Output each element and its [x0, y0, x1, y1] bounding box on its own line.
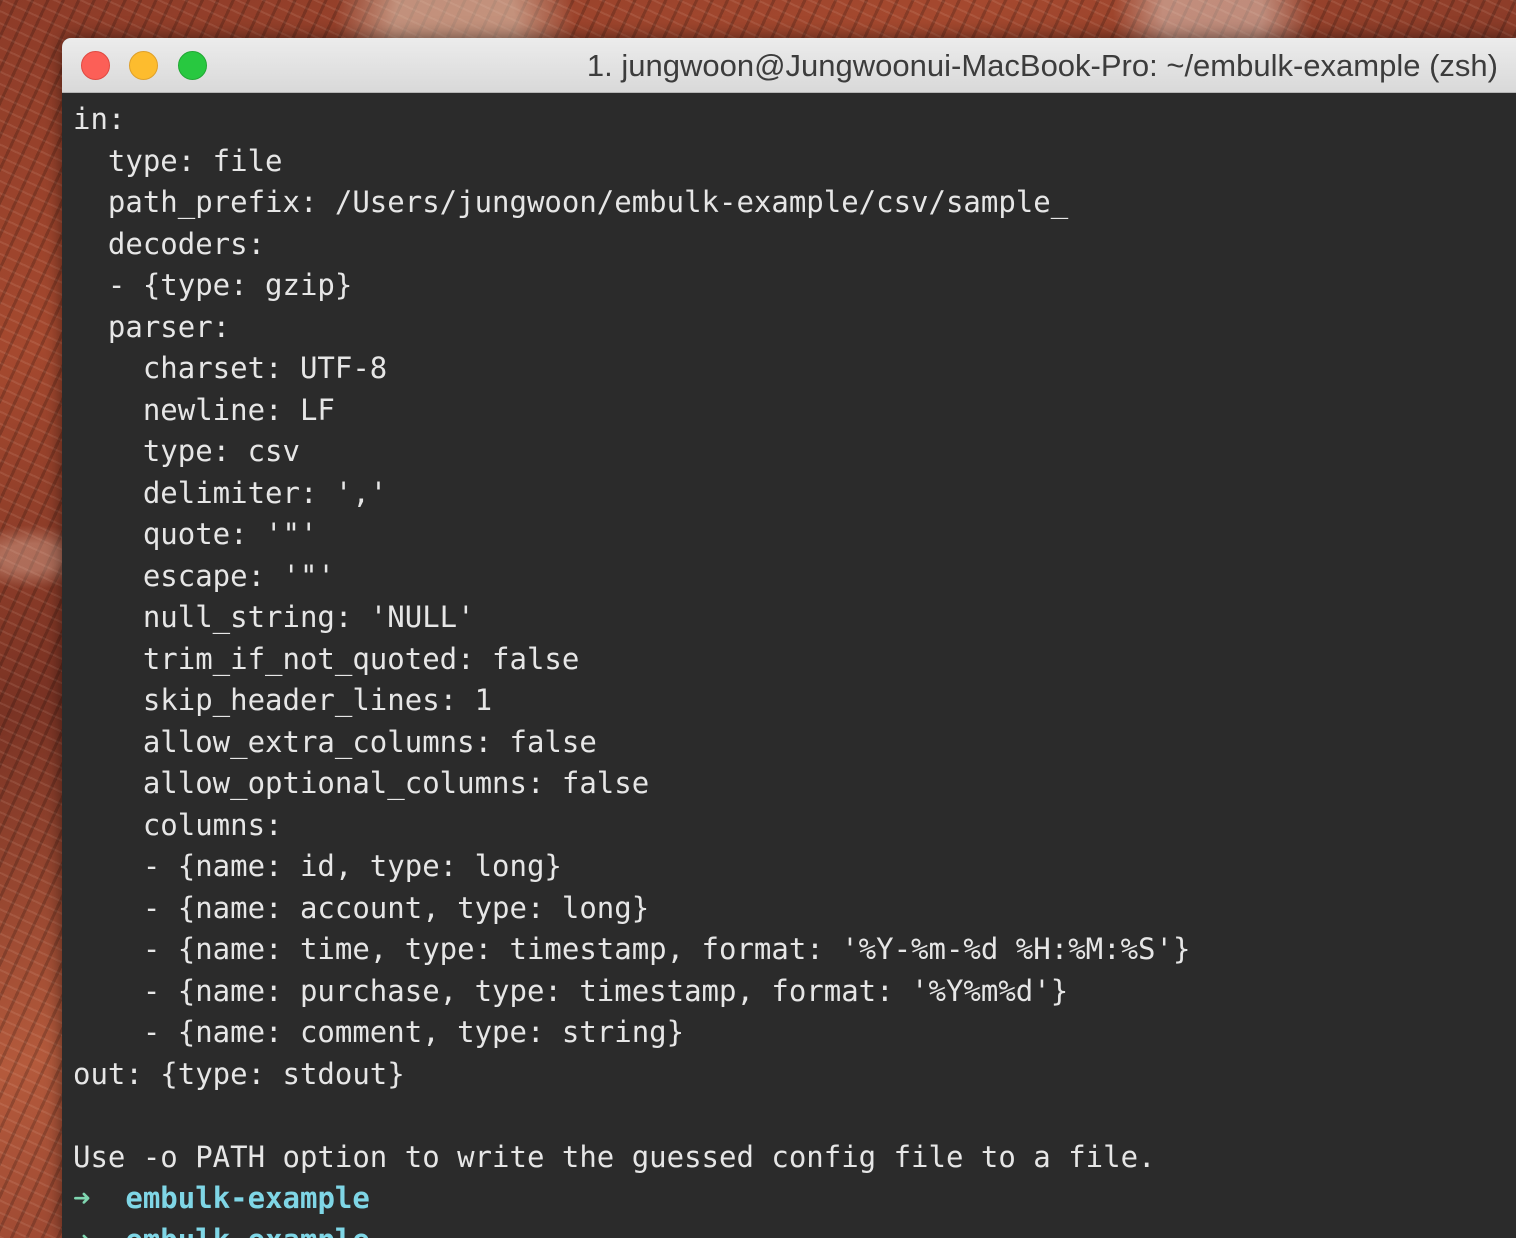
- terminal-line: newline: LF: [73, 392, 335, 427]
- terminal-line: parser:: [73, 309, 231, 344]
- window-title: 1. jungwoon@Jungwoonui-MacBook-Pro: ~/em…: [586, 48, 1498, 83]
- terminal-line: type: csv: [73, 434, 300, 468]
- shell-prompt: ➜ embulk-example: [73, 1220, 1516, 1238]
- prompt-arrow-icon: ➜: [73, 1181, 91, 1215]
- terminal-line: allow_optional_columns: false: [73, 766, 650, 800]
- terminal-line: Use -o PATH option to write the guessed …: [73, 1139, 1156, 1174]
- terminal-line: null_string: 'NULL': [73, 600, 475, 634]
- terminal-window[interactable]: 1. jungwoon@Jungwoonui-MacBook-Pro: ~/em…: [62, 38, 1516, 1238]
- terminal-line: in:: [73, 102, 126, 136]
- terminal-line: - {name: purchase, type: timestamp, form…: [73, 973, 1069, 1008]
- prompt-directory: embulk-example: [125, 1181, 370, 1215]
- minimize-button[interactable]: [129, 51, 158, 80]
- prompt-directory: embulk-example: [125, 1223, 369, 1238]
- terminal-line: path_prefix: /Users/jungwoon/embulk-exam…: [73, 185, 1069, 219]
- terminal-line: skip_header_lines: 1: [73, 683, 493, 717]
- terminal-line: columns:: [73, 807, 283, 842]
- terminal-line: decoders:: [73, 226, 266, 261]
- terminal-line: charset: UTF-8: [73, 351, 388, 385]
- terminal-line: - {name: account, type: long}: [73, 890, 650, 925]
- terminal-line: - {name: comment, type: string}: [73, 1015, 685, 1049]
- terminal-line: - {name: time, type: timestamp, format: …: [73, 932, 1191, 966]
- terminal-line: delimiter: ',': [73, 475, 388, 510]
- terminal-line: escape: '"': [73, 558, 335, 593]
- window-titlebar[interactable]: 1. jungwoon@Jungwoonui-MacBook-Pro: ~/em…: [62, 38, 1516, 93]
- terminal-line: - {type: gzip}: [73, 268, 353, 302]
- terminal-line: type: file: [73, 143, 283, 178]
- terminal-line: - {name: id, type: long}: [73, 849, 562, 883]
- terminal-line: trim_if_not_quoted: false: [73, 641, 580, 676]
- terminal-line: allow_extra_columns: false: [73, 724, 597, 759]
- terminal-line: quote: '"': [73, 517, 318, 551]
- prompt-arrow-icon: ➜: [73, 1223, 90, 1238]
- terminal-line: out: {type: stdout}: [73, 1056, 405, 1091]
- close-button[interactable]: [81, 51, 110, 80]
- shell-prompt: ➜ embulk-example: [73, 1178, 1516, 1220]
- terminal-output[interactable]: in: type: file path_prefix: /Users/jungw…: [73, 99, 1516, 1238]
- zoom-button[interactable]: [178, 51, 207, 80]
- output-lines: in: type: file path_prefix: /Users/jungw…: [73, 99, 1516, 1178]
